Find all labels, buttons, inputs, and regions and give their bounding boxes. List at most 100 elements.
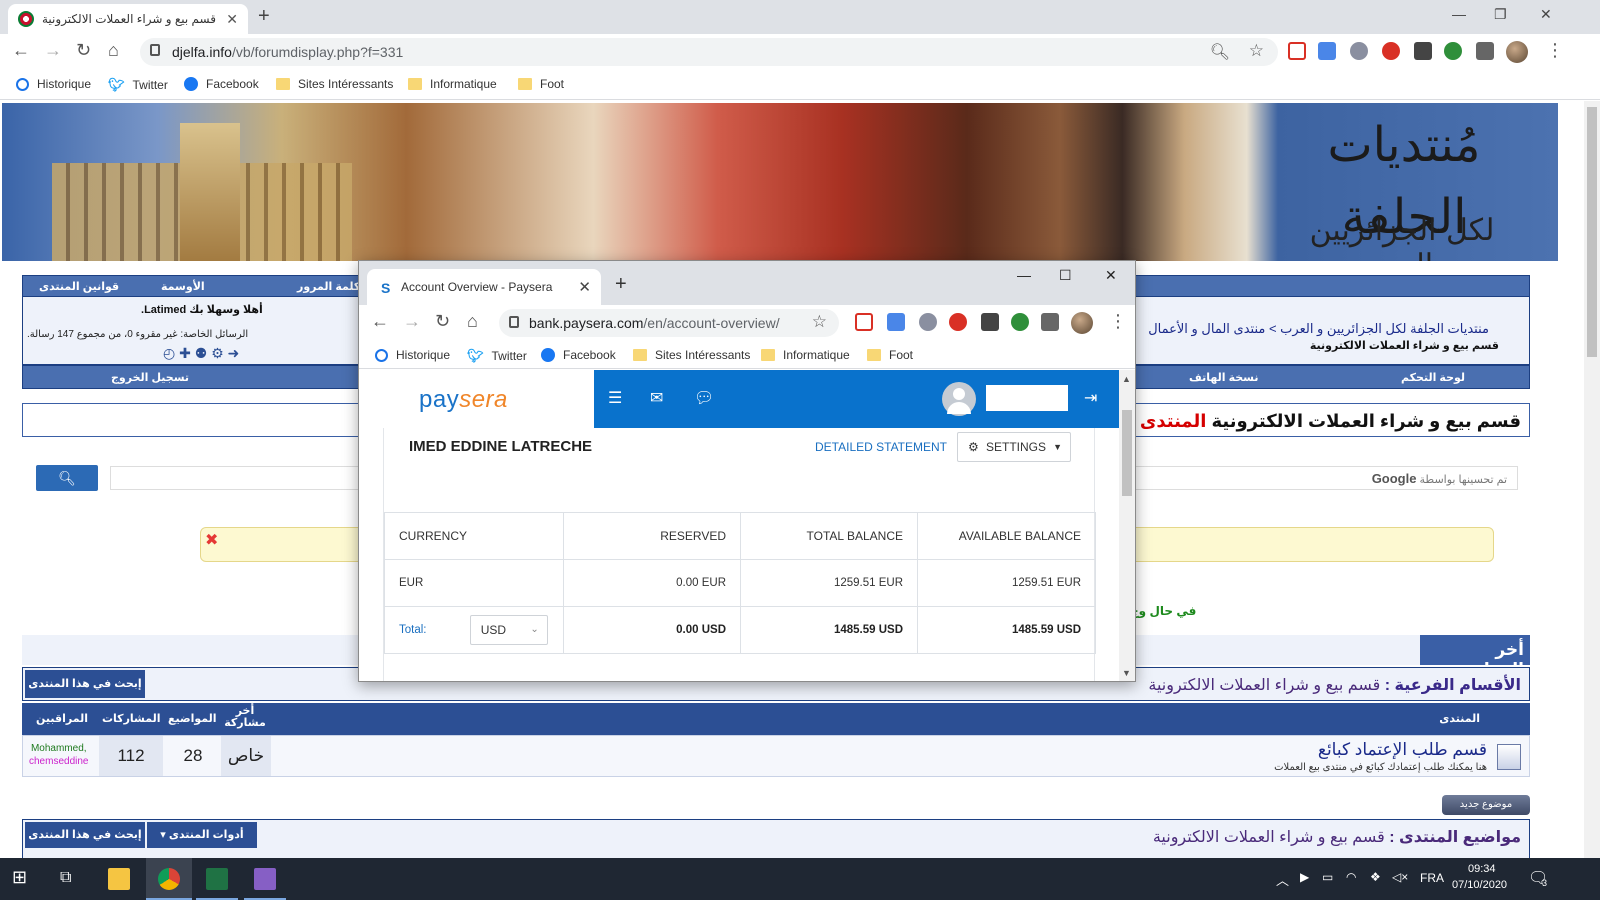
search-forum-button-2[interactable]: إبحث في هذا المنتدى ▾ xyxy=(25,822,145,858)
search-forum-button[interactable]: إبحث في هذا المنتدى ▾ xyxy=(25,670,145,718)
breadcrumb-business[interactable]: منتدى المال و الأعمال xyxy=(1148,321,1265,336)
task-view-icon[interactable]: ⧉ xyxy=(60,869,82,891)
bookmark-sites[interactable]: Sites Intéressants xyxy=(276,77,393,91)
nav-control-panel[interactable]: لوحة التحكم xyxy=(1401,371,1465,384)
user-name-box[interactable] xyxy=(986,385,1068,411)
gmail-extension-icon[interactable] xyxy=(855,313,873,331)
close-tab-icon[interactable]: ✕ xyxy=(226,11,238,28)
popup-scroll-thumb[interactable] xyxy=(1122,410,1132,496)
popup-tab[interactable]: S Account Overview - Paysera ✕ xyxy=(367,269,601,305)
translate-extension-icon[interactable] xyxy=(887,313,905,331)
windows-start-icon[interactable]: ⊞ xyxy=(12,867,34,889)
restore-icon[interactable]: ❐ xyxy=(1494,6,1507,23)
excel-icon[interactable] xyxy=(206,868,228,890)
tray-battery-icon[interactable]: ▭ xyxy=(1322,870,1333,884)
forum-tools-button[interactable]: أدوات المنتدى ▾ xyxy=(147,822,257,848)
tray-dropbox-icon[interactable]: ❖ xyxy=(1370,870,1381,884)
address-bar[interactable]: djelfa.info/vb/forumdisplay.php?f=331 🔍︎… xyxy=(140,38,1278,66)
scroll-down-icon[interactable]: ▼ xyxy=(1122,668,1131,678)
close-window-icon[interactable]: ✕ xyxy=(1540,6,1552,23)
chrome-icon[interactable] xyxy=(158,868,180,890)
popup-scrollbar[interactable]: ▲ ▼ xyxy=(1119,370,1135,681)
tray-volume-icon[interactable]: ◁× xyxy=(1392,870,1408,884)
logout-icon[interactable]: ⇥ xyxy=(1084,388,1097,408)
popup-minimize-icon[interactable]: — xyxy=(1017,267,1031,283)
browser-tab-forum[interactable]: قسم بيع و شراء العملات الالكترونية ✕ xyxy=(8,4,248,34)
gmail-extension-icon[interactable] xyxy=(1288,42,1306,60)
user-tool-icons[interactable]: ➜ ⚙ ⚉ ✚ ◴ xyxy=(163,345,239,362)
extensions-puzzle-icon[interactable] xyxy=(1041,313,1059,331)
popup-forward-icon[interactable]: → xyxy=(403,311,421,332)
download-extension-icon[interactable] xyxy=(1414,42,1432,60)
popup-back-icon[interactable]: ← xyxy=(371,311,389,332)
popup-star-icon[interactable]: ☆ xyxy=(812,312,827,332)
bookmark-informatique[interactable]: Informatique xyxy=(761,348,850,362)
paysera-logo[interactable]: paysera xyxy=(419,386,508,414)
popup-profile-avatar[interactable] xyxy=(1071,312,1093,334)
chat-icon[interactable]: 💬︎ xyxy=(694,388,714,408)
subforum-title-link[interactable]: قسم طلب الإعتماد كبائع xyxy=(1318,740,1487,760)
globe-extension-icon[interactable] xyxy=(1011,313,1029,331)
bookmark-informatique[interactable]: Informatique xyxy=(408,77,497,91)
adblock-extension-icon[interactable] xyxy=(949,313,967,331)
bookmark-facebook[interactable]: Facebook xyxy=(184,77,259,91)
tray-language[interactable]: FRA xyxy=(1420,871,1444,885)
visual-studio-icon[interactable] xyxy=(254,868,276,890)
popup-close-tab-icon[interactable]: ✕ xyxy=(578,278,591,296)
menu-dots-icon[interactable]: ⋮ xyxy=(1546,40,1564,61)
extensions-puzzle-icon[interactable] xyxy=(1476,42,1494,60)
tray-wifi-icon[interactable]: ◠ xyxy=(1346,870,1356,884)
detailed-statement-link[interactable]: DETAILED STATEMENT xyxy=(815,440,947,454)
nav-mobile[interactable]: نسخة الهاتف xyxy=(1189,371,1259,384)
moderator-1[interactable]: Mohammed, xyxy=(29,742,88,755)
globe-extension-icon[interactable] xyxy=(1444,42,1462,60)
download-extension-icon[interactable] xyxy=(981,313,999,331)
minimize-icon[interactable]: — xyxy=(1452,6,1466,22)
popup-new-tab-button[interactable]: + xyxy=(615,273,627,296)
profile-avatar[interactable] xyxy=(1506,41,1528,63)
nav-rules[interactable]: قوانين المنتدى xyxy=(39,280,119,293)
back-icon[interactable]: ← xyxy=(12,40,30,61)
nav-password[interactable]: كلمة المرور xyxy=(297,280,360,293)
nav-medals[interactable]: الأوسمة xyxy=(161,280,205,293)
home-icon[interactable]: ⌂ xyxy=(108,40,119,61)
bookmark-star-icon[interactable]: ☆ xyxy=(1249,41,1264,61)
compass-extension-icon[interactable] xyxy=(1350,42,1368,60)
new-topic-button[interactable]: موضوع جديد xyxy=(1442,795,1530,815)
bookmark-historique[interactable]: Historique xyxy=(16,77,91,91)
bookmark-foot[interactable]: Foot xyxy=(518,77,564,91)
private-messages-info[interactable]: الرسائل الخاصة: غير مقروء 0، من مجموع 14… xyxy=(27,329,248,340)
reload-icon[interactable]: ↻ xyxy=(76,40,91,61)
bookmark-twitter[interactable]: 🐦︎ Twitter xyxy=(108,77,168,93)
popup-close-icon[interactable]: ✕ xyxy=(1105,267,1117,284)
total-currency-select[interactable]: USD ⌄ xyxy=(469,615,548,645)
bookmark-foot[interactable]: Foot xyxy=(867,348,913,362)
bookmark-facebook[interactable]: Facebook xyxy=(541,348,616,362)
new-tab-button[interactable]: + xyxy=(258,5,270,28)
tray-date[interactable]: 07/10/2020 xyxy=(1452,879,1507,891)
bookmark-sites[interactable]: Sites Intéressants xyxy=(633,348,750,362)
breadcrumb-home[interactable]: منتديات الجلفة لكل الجزائريين و العرب xyxy=(1280,321,1489,336)
forward-icon[interactable]: → xyxy=(44,40,62,61)
google-search-button[interactable]: 🔍︎ xyxy=(36,465,98,491)
translate-extension-icon[interactable] xyxy=(1318,42,1336,60)
moderator-2[interactable]: chemseddine xyxy=(29,755,88,768)
popup-home-icon[interactable]: ⌂ xyxy=(467,311,478,332)
scroll-up-icon[interactable]: ▲ xyxy=(1122,374,1131,384)
popup-address-bar[interactable]: bank.paysera.com/en/account-overview/ ☆ xyxy=(499,309,839,337)
bookmark-historique[interactable]: Historique xyxy=(375,348,450,362)
page-scroll-thumb[interactable] xyxy=(1587,107,1597,357)
nav-logout[interactable]: تسجيل الخروج xyxy=(111,371,189,384)
popup-reload-icon[interactable]: ↻ xyxy=(435,311,450,332)
user-avatar[interactable] xyxy=(942,382,976,416)
popup-menu-icon[interactable]: ⋮ xyxy=(1109,311,1127,332)
hamburger-menu-icon[interactable]: ☰ xyxy=(608,388,622,408)
file-explorer-icon[interactable] xyxy=(108,868,130,890)
settings-dropdown[interactable]: ⚙ SETTINGS ▼ xyxy=(957,432,1071,462)
tray-chevron-icon[interactable]: ︿ xyxy=(1276,870,1289,889)
tray-time[interactable]: 09:34 xyxy=(1468,863,1496,875)
adblock-extension-icon[interactable] xyxy=(1382,42,1400,60)
mail-icon[interactable]: ✉ xyxy=(650,388,663,408)
tray-media-icon[interactable]: ▶ xyxy=(1300,870,1309,884)
popup-maximize-icon[interactable]: ☐ xyxy=(1059,267,1072,284)
